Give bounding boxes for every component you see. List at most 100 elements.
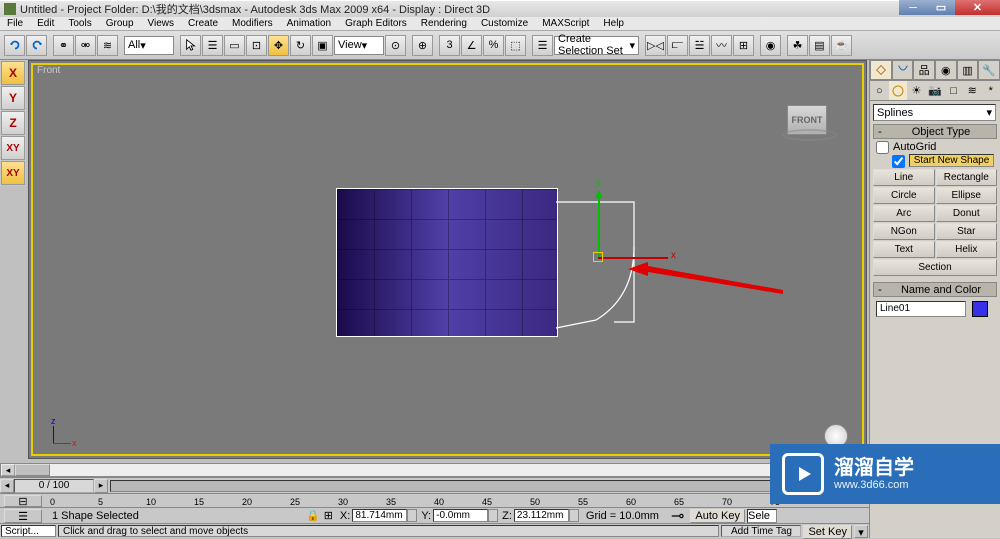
spinner-snap-button[interactable]: ⬚ bbox=[505, 35, 526, 56]
gizmo-center[interactable] bbox=[593, 252, 603, 262]
modify-tab[interactable] bbox=[892, 60, 914, 80]
motion-tab[interactable]: ◉ bbox=[935, 60, 957, 80]
link-button[interactable]: ⚭ bbox=[53, 35, 74, 56]
autogrid-checkbox[interactable]: AutoGrid bbox=[870, 140, 1000, 154]
time-slider[interactable]: 0 / 100 bbox=[14, 479, 94, 493]
menu-help[interactable]: Help bbox=[596, 18, 631, 29]
viewcube[interactable]: FRONT bbox=[782, 105, 832, 155]
viewcube-compass[interactable] bbox=[782, 129, 837, 141]
constrain-z-button[interactable]: Z bbox=[1, 111, 25, 135]
render-setup-button[interactable]: ☘ bbox=[787, 35, 808, 56]
align-button[interactable]: ⫍ bbox=[667, 35, 688, 56]
utilities-tab[interactable]: 🔧 bbox=[978, 60, 1000, 80]
named-selection-dropdown[interactable]: Create Selection Set▾ bbox=[554, 36, 639, 55]
constrain-x-button[interactable]: X bbox=[1, 61, 25, 85]
select-manipulate-button[interactable]: ⊕ bbox=[412, 35, 433, 56]
window-crossing-button[interactable]: ⊡ bbox=[246, 35, 267, 56]
edit-named-selection-button[interactable]: ☰ bbox=[532, 35, 553, 56]
set-key-button[interactable]: Set Key bbox=[803, 525, 852, 539]
maxscript-mini-listener[interactable]: Script... bbox=[1, 525, 56, 537]
menu-group[interactable]: Group bbox=[99, 18, 141, 29]
material-editor-button[interactable]: ◉ bbox=[760, 35, 781, 56]
menu-rendering[interactable]: Rendering bbox=[414, 18, 474, 29]
rollout-name-color[interactable]: -Name and Color bbox=[873, 282, 997, 297]
rendered-frame-button[interactable]: ▤ bbox=[809, 35, 830, 56]
scroll-left-button[interactable]: ◂ bbox=[1, 464, 15, 476]
select-region-rect-button[interactable]: ▭ bbox=[224, 35, 245, 56]
rollout-object-type[interactable]: -Object Type bbox=[873, 124, 997, 139]
start-new-shape-button[interactable]: Start New Shape bbox=[909, 154, 994, 167]
object-color-swatch[interactable] bbox=[972, 301, 988, 317]
track-bar-icon[interactable]: ⊟ bbox=[4, 495, 42, 507]
reference-coord-dropdown[interactable]: View▾ bbox=[334, 36, 384, 55]
box-object[interactable] bbox=[336, 188, 558, 337]
y-coord-input[interactable]: -0.0mm bbox=[433, 509, 488, 522]
time-prev-button[interactable]: ◂ bbox=[0, 479, 14, 493]
menu-animation[interactable]: Animation bbox=[280, 18, 338, 29]
spacewarps-subtab[interactable]: ≋ bbox=[963, 81, 982, 100]
star-button[interactable]: Star bbox=[936, 223, 998, 240]
auto-key-button[interactable]: Auto Key bbox=[690, 509, 745, 523]
menu-views[interactable]: Views bbox=[141, 18, 182, 29]
gizmo-y-axis[interactable] bbox=[598, 192, 600, 257]
y-spinner[interactable] bbox=[488, 509, 498, 522]
z-spinner[interactable] bbox=[569, 509, 579, 522]
cameras-subtab[interactable]: 📷 bbox=[926, 81, 945, 100]
text-button[interactable]: Text bbox=[873, 241, 935, 258]
constrain-xy-button[interactable]: XY bbox=[1, 136, 25, 160]
gizmo-x-axis[interactable] bbox=[598, 257, 668, 259]
key-filter-dropdown[interactable]: Sele bbox=[747, 509, 777, 523]
key-filters-button[interactable]: ▾ bbox=[854, 525, 868, 538]
viewport-h-scrollbar[interactable]: ◂ ▸ bbox=[0, 463, 869, 477]
hierarchy-tab[interactable]: 品 bbox=[913, 60, 935, 80]
ngon-button[interactable]: NGon bbox=[873, 223, 935, 240]
rectangle-button[interactable]: Rectangle bbox=[936, 169, 998, 186]
percent-snap-button[interactable]: % bbox=[483, 35, 504, 56]
section-button[interactable]: Section bbox=[873, 259, 997, 276]
lights-subtab[interactable]: ☀ bbox=[907, 81, 926, 100]
undo-button[interactable] bbox=[4, 35, 25, 56]
x-spinner[interactable] bbox=[407, 509, 417, 522]
constrain-xy2-button[interactable]: XY bbox=[1, 161, 25, 185]
angle-snap-button[interactable]: ∠ bbox=[461, 35, 482, 56]
category-dropdown[interactable]: Splines▾ bbox=[873, 104, 996, 121]
line-button[interactable]: Line bbox=[873, 169, 935, 186]
circle-button[interactable]: Circle bbox=[873, 187, 935, 204]
absolute-mode-icon[interactable]: ⊞ bbox=[324, 509, 333, 522]
time-ruler[interactable]: ⊟ 051015202530354045505560657075 bbox=[0, 493, 869, 507]
helpers-subtab[interactable]: □ bbox=[944, 81, 963, 100]
pivot-center-button[interactable]: ⊙ bbox=[385, 35, 406, 56]
viewport-front[interactable]: Front FRONT y x z x bbox=[31, 63, 864, 456]
select-scale-button[interactable]: ▣ bbox=[312, 35, 333, 56]
menu-edit[interactable]: Edit bbox=[30, 18, 61, 29]
menu-file[interactable]: File bbox=[0, 18, 30, 29]
geometry-subtab[interactable]: ○ bbox=[870, 81, 889, 100]
systems-subtab[interactable]: * bbox=[981, 81, 1000, 100]
select-move-button[interactable]: ✥ bbox=[268, 35, 289, 56]
arc-button[interactable]: Arc bbox=[873, 205, 935, 222]
curve-editor-button[interactable]: 〰 bbox=[711, 35, 732, 56]
snap-toggle-button[interactable]: 3 bbox=[439, 35, 460, 56]
z-coord-input[interactable]: 23.112mm bbox=[514, 509, 569, 522]
menu-customize[interactable]: Customize bbox=[474, 18, 535, 29]
x-coord-input[interactable]: 81.714mm bbox=[352, 509, 407, 522]
schematic-view-button[interactable]: ⊞ bbox=[733, 35, 754, 56]
unlink-button[interactable]: ⚮ bbox=[75, 35, 96, 56]
menu-modifiers[interactable]: Modifiers bbox=[225, 18, 280, 29]
layer-manager-button[interactable]: ☱ bbox=[689, 35, 710, 56]
timeline-track[interactable] bbox=[110, 480, 867, 492]
menu-tools[interactable]: Tools bbox=[61, 18, 98, 29]
start-shape-checkbox[interactable] bbox=[892, 155, 905, 168]
select-rotate-button[interactable]: ↻ bbox=[290, 35, 311, 56]
selection-filter-dropdown[interactable]: All▾ bbox=[124, 36, 174, 55]
menu-maxscript[interactable]: MAXScript bbox=[535, 18, 596, 29]
display-tab[interactable]: ▥ bbox=[957, 60, 979, 80]
donut-button[interactable]: Donut bbox=[936, 205, 998, 222]
time-next-button[interactable]: ▸ bbox=[94, 479, 108, 493]
close-button[interactable]: ✕ bbox=[955, 0, 1000, 15]
menu-graph-editors[interactable]: Graph Editors bbox=[338, 18, 414, 29]
lock-icon[interactable]: 🔒 bbox=[306, 509, 320, 522]
mirror-button[interactable]: ▷◁ bbox=[645, 35, 666, 56]
maximize-button[interactable]: ▭ bbox=[927, 0, 955, 15]
create-tab[interactable] bbox=[870, 60, 892, 80]
